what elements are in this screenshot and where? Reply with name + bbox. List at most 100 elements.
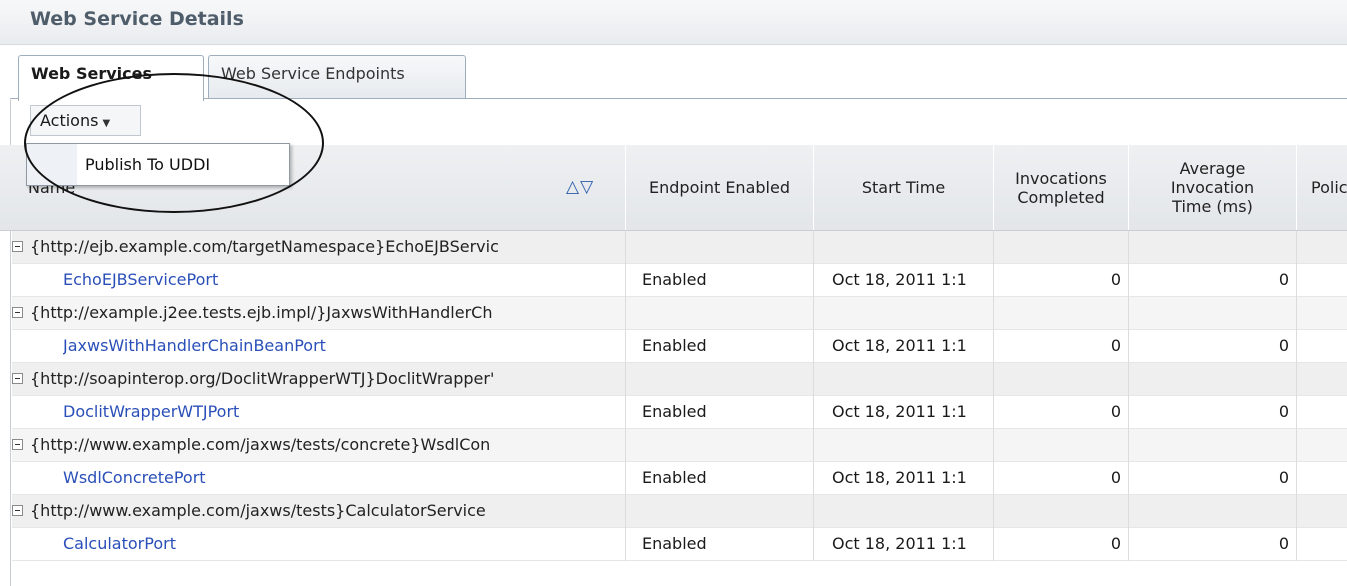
column-separator <box>625 231 626 264</box>
column-header-endpoint-enabled[interactable]: Endpoint Enabled <box>625 145 813 230</box>
collapse-minus-icon[interactable] <box>12 307 23 318</box>
column-separator <box>993 297 994 330</box>
column-separator <box>1296 528 1297 561</box>
table-row: WsdlConcretePort Enabled Oct 18, 2011 1:1 0… <box>12 462 1347 495</box>
column-separator <box>813 462 814 495</box>
column-separator <box>1128 264 1129 297</box>
endpoint-enabled-value: Enabled <box>642 534 707 553</box>
service-name: {http://soapinterop.org/DoclitWrapperWTJ… <box>30 369 495 388</box>
endpoint-port-link[interactable]: JaxwsWithHandlerChainBeanPort <box>63 330 623 362</box>
column-separator <box>625 528 626 561</box>
invocations-completed-value: 0 <box>1110 468 1121 487</box>
service-name: {http://ejb.example.com/targetNamespace}… <box>30 237 499 256</box>
column-separator <box>813 231 814 264</box>
table-group-row: {http://www.example.com/jaxws/tests}Calc… <box>12 495 1347 528</box>
panel-header: Web Service Details <box>0 0 1347 45</box>
column-separator <box>1128 396 1129 429</box>
column-separator <box>993 462 994 495</box>
sort-up-down-icon[interactable]: △▽ <box>566 177 594 197</box>
avg-invocation-time-value: 0 <box>1278 402 1289 421</box>
start-time-value: Oct 18, 2011 1:1 <box>832 402 967 421</box>
start-time-value: Oct 18, 2011 1:1 <box>832 336 967 355</box>
column-header-policies[interactable]: Polic <box>1296 145 1347 230</box>
table-row: EchoEJBServicePort Enabled Oct 18, 2011 1:… <box>12 264 1347 297</box>
column-separator <box>993 396 994 429</box>
actions-dropdown-menu: Publish To UDDI <box>26 143 290 186</box>
tab-web-service-endpoints[interactable]: Web Service Endpoints <box>208 55 466 99</box>
column-separator <box>993 330 994 363</box>
tab-web-services[interactable]: Web Services <box>18 55 204 101</box>
collapse-minus-icon[interactable] <box>12 373 23 384</box>
column-header-start-time-label: Start Time <box>861 178 946 197</box>
service-name: {http://www.example.com/jaxws/tests/conc… <box>30 435 491 454</box>
column-separator <box>993 231 994 264</box>
invocations-completed-value: 0 <box>1110 534 1121 553</box>
column-separator <box>993 363 994 396</box>
column-separator <box>1296 363 1297 396</box>
column-separator <box>1128 363 1129 396</box>
menu-icon-gutter <box>27 144 77 185</box>
avg-invocation-time-value: 0 <box>1278 336 1289 355</box>
tab-strip-divider <box>10 98 1347 99</box>
panel-title: Web Service Details <box>30 8 244 30</box>
column-separator <box>1296 495 1297 528</box>
column-separator <box>813 264 814 297</box>
table-row: JaxwsWithHandlerChainBeanPort Enabled Oct … <box>12 330 1347 363</box>
endpoint-port-link[interactable]: CalculatorPort <box>63 528 623 560</box>
table-group-row: {http://soapinterop.org/DoclitWrapperWTJ… <box>12 363 1347 396</box>
collapse-minus-icon[interactable] <box>12 505 23 516</box>
column-separator <box>1128 462 1129 495</box>
endpoint-port-link[interactable]: DoclitWrapperWTJPort <box>63 396 623 428</box>
column-header-start-time[interactable]: Start Time <box>813 145 993 230</box>
invocations-completed-value: 0 <box>1110 336 1121 355</box>
column-separator <box>625 264 626 297</box>
column-header-invocations-completed[interactable]: Invocations Completed <box>993 145 1128 230</box>
avg-invocation-time-value: 0 <box>1278 468 1289 487</box>
column-separator <box>1128 429 1129 462</box>
column-separator <box>1296 297 1297 330</box>
collapse-minus-icon[interactable] <box>12 439 23 450</box>
column-separator <box>813 297 814 330</box>
column-separator <box>1296 462 1297 495</box>
service-name: {http://www.example.com/jaxws/tests}Calc… <box>30 501 486 520</box>
endpoint-port-link[interactable]: WsdlConcretePort <box>63 462 623 494</box>
endpoint-enabled-value: Enabled <box>642 336 707 355</box>
column-separator <box>993 264 994 297</box>
column-separator <box>1128 231 1129 264</box>
column-separator <box>625 429 626 462</box>
column-header-policies-label: Polic <box>1311 178 1347 197</box>
table-group-row: {http://example.j2ee.tests.ejb.impl/}Jax… <box>12 297 1347 330</box>
column-separator <box>625 363 626 396</box>
column-header-invocations-completed-label: Invocations Completed <box>1015 168 1107 207</box>
column-separator <box>993 429 994 462</box>
menu-item-publish-to-uddi[interactable]: Publish To UDDI <box>85 155 210 174</box>
column-separator <box>813 495 814 528</box>
column-separator <box>1128 495 1129 528</box>
service-name: {http://example.j2ee.tests.ejb.impl/}Jax… <box>30 303 493 322</box>
column-separator <box>625 330 626 363</box>
column-separator <box>625 495 626 528</box>
column-separator <box>813 429 814 462</box>
column-separator <box>1296 264 1297 297</box>
column-separator <box>1296 429 1297 462</box>
column-separator <box>813 363 814 396</box>
collapse-minus-icon[interactable] <box>12 241 23 252</box>
column-separator <box>625 297 626 330</box>
avg-invocation-time-value: 0 <box>1278 270 1289 289</box>
actions-label: Actions <box>40 111 99 130</box>
column-separator <box>993 495 994 528</box>
start-time-value: Oct 18, 2011 1:1 <box>832 534 967 553</box>
table-row: CalculatorPort Enabled Oct 18, 2011 1:1 0 0 <box>12 528 1347 561</box>
avg-invocation-time-value: 0 <box>1278 534 1289 553</box>
column-header-avg-invocation-time-label: Average Invocation Time (ms) <box>1170 159 1255 216</box>
table-group-row: {http://ejb.example.com/targetNamespace}… <box>12 231 1347 264</box>
column-header-avg-invocation-time[interactable]: Average Invocation Time (ms) <box>1128 145 1296 230</box>
column-separator <box>625 462 626 495</box>
column-separator <box>813 528 814 561</box>
caret-down-icon: ▼ <box>102 118 111 129</box>
actions-menu-button[interactable]: Actions ▼ <box>30 105 141 136</box>
endpoint-enabled-value: Enabled <box>642 402 707 421</box>
column-separator <box>1296 330 1297 363</box>
endpoint-enabled-value: Enabled <box>642 468 707 487</box>
endpoint-port-link[interactable]: EchoEJBServicePort <box>63 264 623 296</box>
